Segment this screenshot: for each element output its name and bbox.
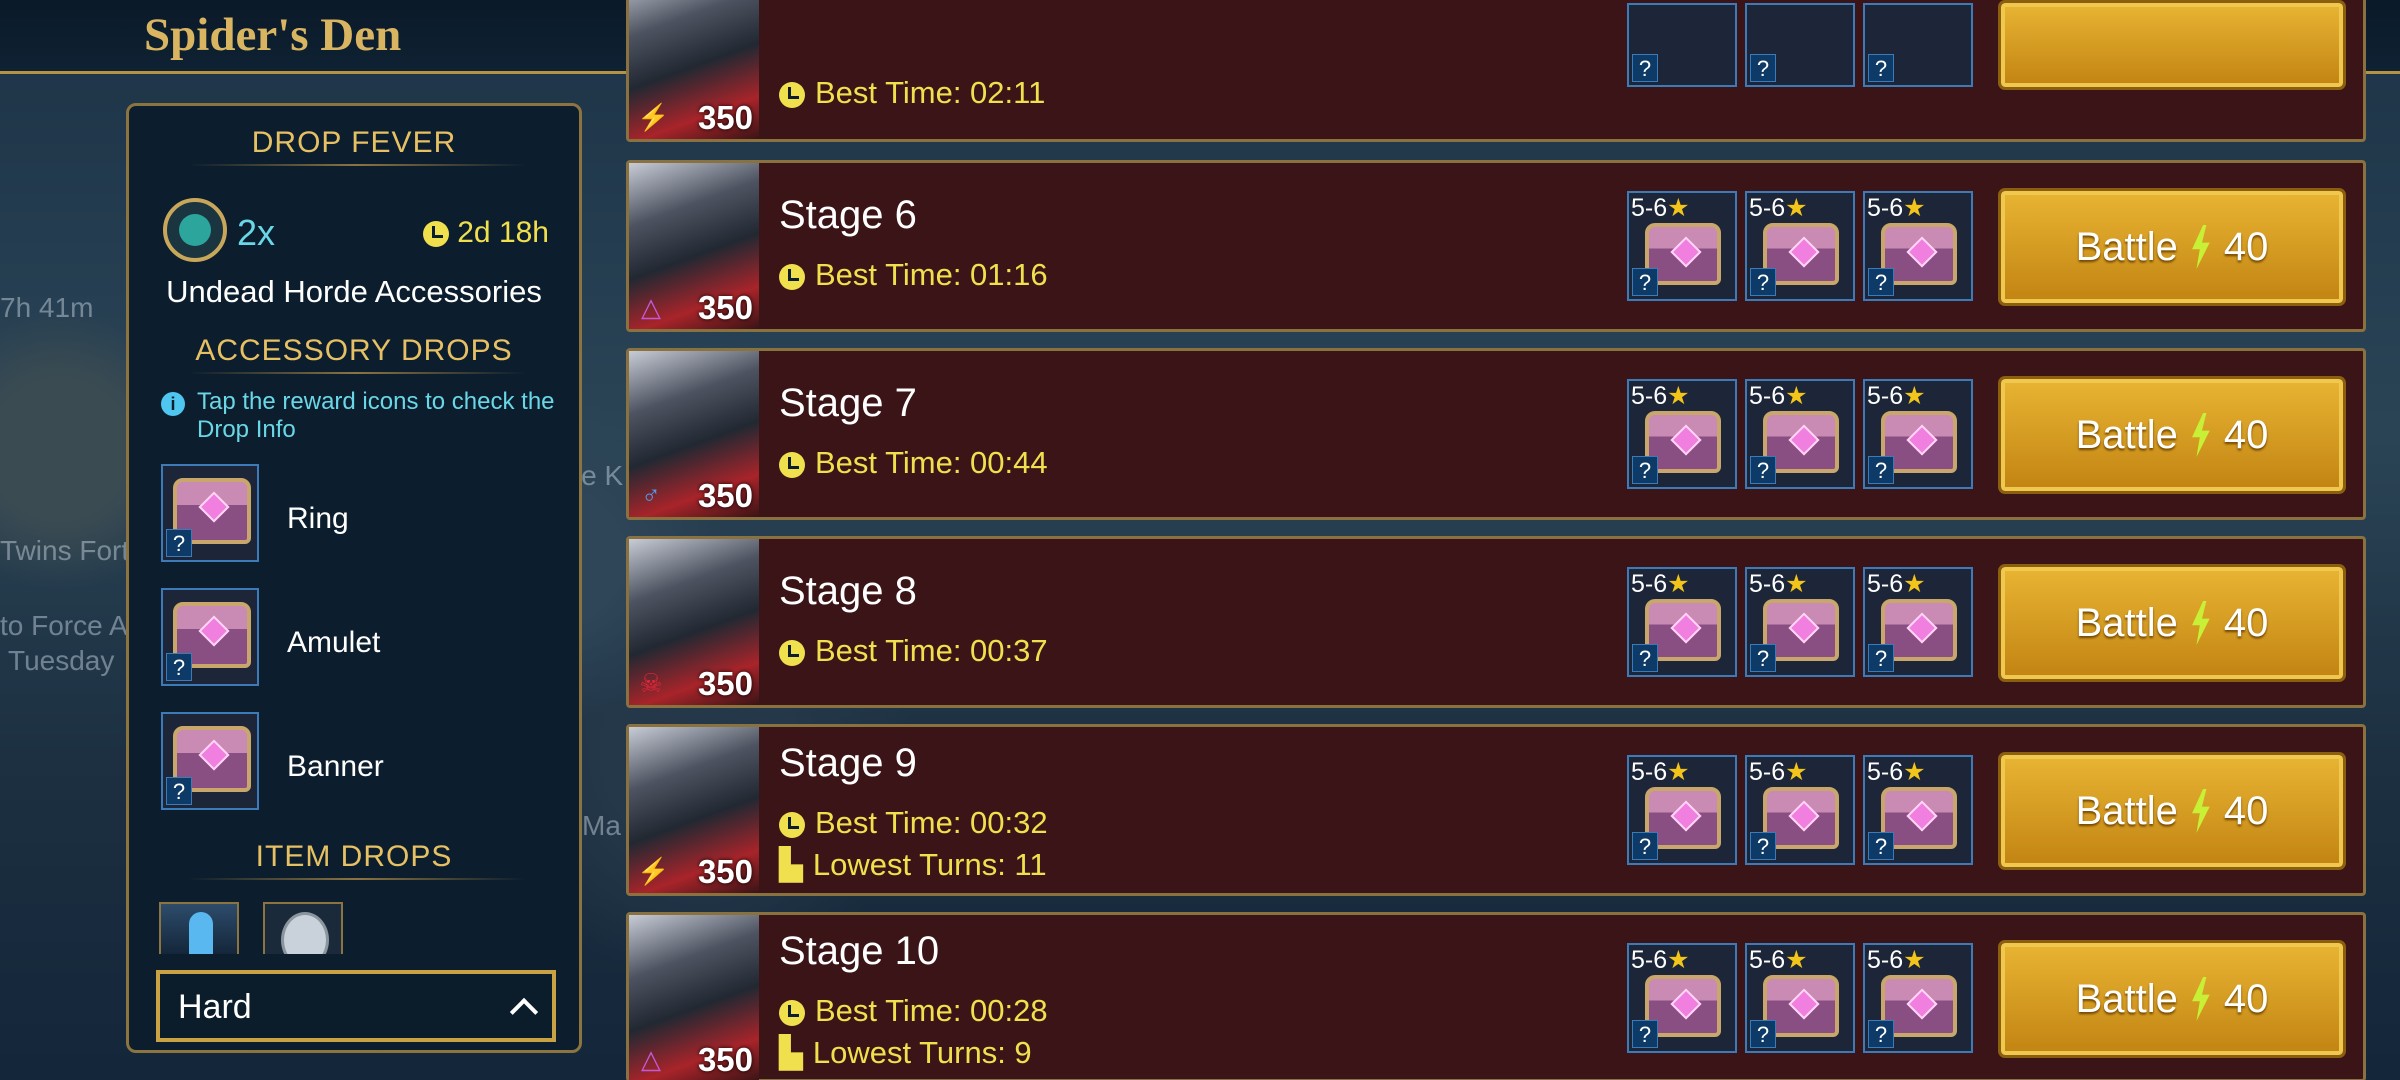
energy-value: 358/130 — [1582, 18, 1695, 53]
accessory-amulet[interactable]: ? — [161, 588, 259, 686]
background-label: Tuesday — [8, 645, 115, 676]
item-drop-silver[interactable] — [263, 902, 343, 954]
close-icon[interactable]: ✕ — [2321, 6, 2370, 66]
accessory-ring[interactable]: ? — [161, 464, 259, 562]
accessory-banner[interactable]: ? — [161, 712, 259, 810]
amulet-chest-icon[interactable]: ? — [161, 588, 259, 686]
add-energy-button[interactable]: + — [1534, 16, 1574, 56]
energy-counter[interactable]: + 358/130 — [1528, 11, 1751, 61]
potion-icon — [189, 912, 213, 954]
ruby-gem-icon — [2156, 16, 2205, 59]
gem-counter[interactable]: + 1,296 — [2012, 11, 2222, 61]
accessory-label: Amulet — [287, 626, 381, 659]
chevron-up-icon — [509, 997, 539, 1027]
add-gems-button[interactable]: + — [2018, 16, 2058, 56]
difficulty-select[interactable]: Hard — [156, 970, 556, 1042]
fever-multiplier: 2x — [237, 212, 276, 253]
silver-coin-icon — [281, 912, 329, 954]
clock-icon — [422, 221, 449, 248]
background-label: Ma — [582, 810, 621, 841]
ring-chest-icon[interactable]: ? — [161, 464, 259, 562]
silver-value: 10.46M — [1830, 18, 1934, 53]
background-label: Twins Fort — [0, 535, 130, 566]
accessory-label: Banner — [287, 750, 384, 783]
gem-value: 1,296 — [2066, 18, 2144, 53]
drop-info-hint: Tap the reward icons to check the Drop I… — [197, 388, 555, 443]
fever-item-name: Undead Horde Accessories — [166, 274, 542, 309]
top-bar: Spider's Den + 358/130 + 10.46M + 1,296 … — [0, 0, 2400, 74]
divider — [189, 878, 525, 880]
item-drop-potion[interactable] — [159, 902, 239, 954]
banner-chest-icon[interactable]: ? — [161, 712, 259, 810]
accessory-label: Ring — [287, 502, 349, 535]
energy-bolt-icon — [1706, 14, 1737, 58]
fever-timer-value: 2d 18h — [457, 216, 549, 249]
fever-badge-icon — [163, 198, 227, 262]
background-label: to Force A — [0, 610, 128, 641]
drop-fever-title: DROP FEVER — [251, 126, 457, 159]
item-drops-title: ITEM DROPS — [255, 840, 453, 873]
corner-ornament — [2222, 6, 2278, 68]
info-icon: i — [161, 392, 185, 416]
difficulty-value: Hard — [178, 988, 252, 1026]
divider — [189, 372, 525, 374]
silver-coin-icon — [1945, 15, 1982, 57]
background-timer: 7h 41m — [0, 292, 94, 323]
page-title: Spider's Den — [144, 9, 402, 61]
add-silver-button[interactable]: + — [1782, 16, 1822, 56]
silver-counter[interactable]: + 10.46M — [1776, 11, 1998, 61]
accessory-drops-title: ACCESSORY DROPS — [195, 334, 513, 367]
divider — [189, 164, 525, 166]
drop-info-panel: DROP FEVER 2x 2d 18h Undead Horde Access… — [126, 103, 582, 1053]
fever-timer: 2d 18h — [422, 216, 549, 250]
